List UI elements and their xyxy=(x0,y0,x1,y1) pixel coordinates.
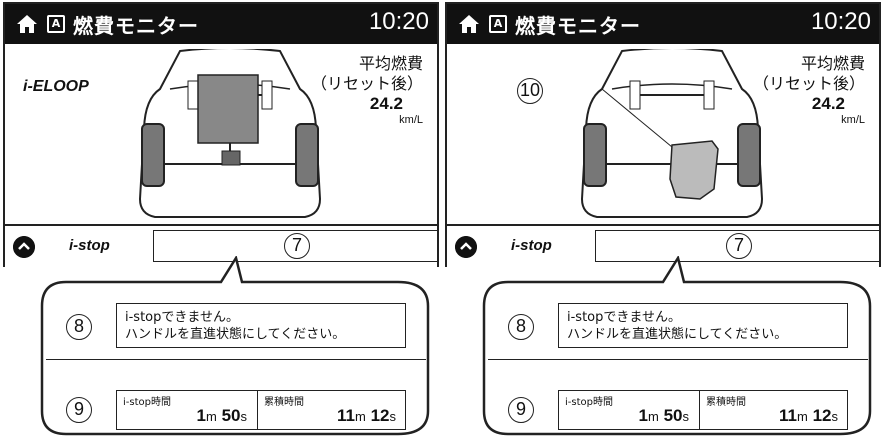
display-screen: A 燃費モニター 10:20 10 平均燃費 （リセット後） 24.2 km/L xyxy=(445,2,881,267)
ieloop-label: i-ELOOP xyxy=(23,78,89,95)
callout-10: 10 xyxy=(517,78,543,104)
istop-label: i-stop xyxy=(69,237,110,254)
total-time-min-unit: m xyxy=(797,409,808,424)
total-time-sec-unit: s xyxy=(389,409,397,424)
istop-time-sec: 50 xyxy=(663,406,683,425)
istop-time-value: 1m 50s xyxy=(197,406,247,426)
total-time-cell: 累積時間 11m 12s xyxy=(699,391,848,429)
istop-times: i-stop時間 1m 50s 累積時間 11m 12s xyxy=(558,390,848,430)
istop-time-min: 1 xyxy=(196,406,206,425)
istop-time-cell: i-stop時間 1m 50s xyxy=(117,391,257,429)
istop-time-sec: 50 xyxy=(221,406,241,425)
total-time-label: 累積時間 xyxy=(706,397,746,408)
istop-time-sec-unit: s xyxy=(240,409,248,424)
callout-9: 9 xyxy=(66,397,92,423)
istop-warning-message: i-stopできません。 ハンドルを直進状態にしてください。 xyxy=(558,303,848,348)
avg-unit: km/L xyxy=(399,114,423,126)
istop-time-value: 1m 50s xyxy=(639,406,689,426)
callout-content: 8 i-stopできません。 ハンドルを直進状態にしてください。 9 i-sto… xyxy=(36,256,436,438)
chevron-up-icon[interactable] xyxy=(455,236,477,258)
header-bar: A 燃費モニター 10:20 xyxy=(5,4,437,44)
engine-block xyxy=(669,140,719,200)
capacitor-block xyxy=(197,74,259,144)
screen-title: 燃費モニター xyxy=(73,14,199,38)
total-time-sec-unit: s xyxy=(831,409,839,424)
average-fuel-economy: 平均燃費 （リセット後） 24.2 km/L xyxy=(311,54,423,130)
total-time-sec: 12 xyxy=(370,406,390,425)
istop-time-sec-unit: s xyxy=(682,409,690,424)
istop-time-label: i-stop時間 xyxy=(123,397,171,408)
divider xyxy=(46,359,426,360)
total-time-cell: 累積時間 11m 12s xyxy=(257,391,406,429)
callout-8: 8 xyxy=(66,314,92,340)
total-time-min: 11 xyxy=(337,406,355,425)
istop-times: i-stop時間 1m 50s 累積時間 11m 12s xyxy=(116,390,406,430)
total-time-sec: 12 xyxy=(812,406,832,425)
display-screen: A 燃費モニター 10:20 i-ELOOP 平均燃費 （リセット後） 24.2… xyxy=(3,2,439,267)
clock: 10:20 xyxy=(368,8,429,35)
callout-8: 8 xyxy=(508,314,534,340)
avg-label: 平均燃費 xyxy=(800,54,865,73)
divider xyxy=(488,359,868,360)
istop-warning-message: i-stopできません。 ハンドルを直進状態にしてください。 xyxy=(116,303,406,348)
istop-time-min: 1 xyxy=(638,406,648,425)
car-illustration-ieloop xyxy=(138,49,322,218)
istop-time-label: i-stop時間 xyxy=(565,397,613,408)
car-illustration-engine xyxy=(580,49,764,218)
istop-time-min-unit: m xyxy=(648,409,659,424)
total-time-min: 11 xyxy=(779,406,797,425)
app-badge-icon: A xyxy=(489,15,507,33)
istop-label: i-stop xyxy=(511,237,552,254)
total-time-label: 累積時間 xyxy=(264,397,304,408)
callout-9: 9 xyxy=(508,397,534,423)
fuel-monitor-panel-ieloop: A 燃費モニター 10:20 i-ELOOP 平均燃費 （リセット後） 24.2… xyxy=(0,0,442,440)
avg-sublabel: （リセット後） xyxy=(310,74,423,93)
fuel-monitor-panel-engine: A 燃費モニター 10:20 10 平均燃費 （リセット後） 24.2 km/L xyxy=(442,0,884,440)
callout-content: 8 i-stopできません。 ハンドルを直進状態にしてください。 9 i-sto… xyxy=(478,256,878,438)
message-line-2: ハンドルを直進状態にしてください。 xyxy=(567,327,788,342)
avg-sublabel: （リセット後） xyxy=(752,74,865,93)
clock: 10:20 xyxy=(810,8,871,35)
total-time-min-unit: m xyxy=(355,409,366,424)
message-line-2: ハンドルを直進状態にしてください。 xyxy=(125,327,346,342)
message-line-1: i-stopできません。 xyxy=(567,310,681,325)
home-icon[interactable] xyxy=(457,12,481,36)
average-fuel-economy: 平均燃費 （リセット後） 24.2 km/L xyxy=(753,54,865,130)
istop-time-min-unit: m xyxy=(206,409,217,424)
message-line-1: i-stopできません。 xyxy=(125,310,239,325)
total-time-value: 11m 12s xyxy=(337,406,396,426)
avg-label: 平均燃費 xyxy=(358,54,423,73)
home-icon[interactable] xyxy=(15,12,39,36)
screen-title: 燃費モニター xyxy=(515,14,641,38)
avg-unit: km/L xyxy=(841,114,865,126)
total-time-value: 11m 12s xyxy=(779,406,838,426)
istop-time-cell: i-stop時間 1m 50s xyxy=(559,391,699,429)
app-badge-icon: A xyxy=(47,15,65,33)
chevron-up-icon[interactable] xyxy=(13,236,35,258)
header-bar: A 燃費モニター 10:20 xyxy=(447,4,879,44)
